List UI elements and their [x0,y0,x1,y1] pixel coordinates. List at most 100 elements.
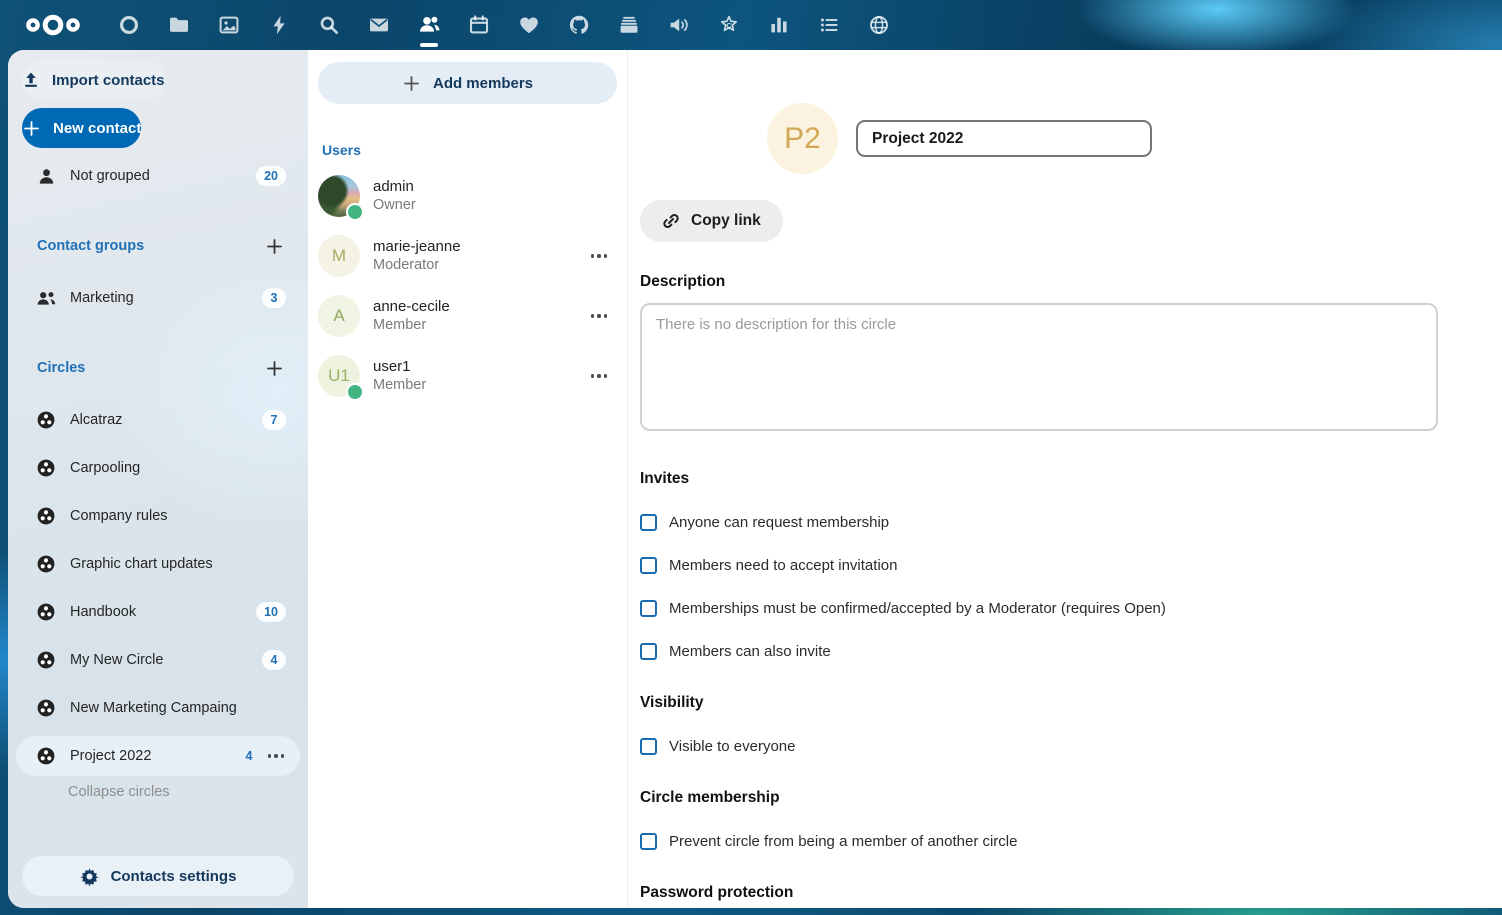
plus-icon [22,119,41,138]
circles-star-icon[interactable]: C [704,0,754,50]
sidebar-item-label: Project 2022 [70,748,234,764]
circle-description-textarea[interactable] [640,303,1438,431]
calendar-icon[interactable] [454,0,504,50]
import-contacts-button[interactable]: Import contacts [22,60,165,100]
setting-row-visible-to-everyone: Visible to everyone [640,738,1440,755]
person-icon [35,167,57,186]
gear-icon [80,867,99,886]
sidebar-item-alcatraz[interactable]: Alcatraz7 [16,400,300,440]
checkbox[interactable] [640,738,657,755]
circles-icon [35,746,57,766]
count-badge: 4 [234,746,258,766]
topbar-apps: C [14,0,904,50]
section-header-circles: Circles [16,348,300,388]
sidebar-item-new-marketing-campaing[interactable]: New Marketing Campaing [16,688,300,728]
copy-link-label: Copy link [691,212,761,230]
member-menu-button[interactable] [581,314,609,318]
checkbox-label: Visible to everyone [669,738,795,755]
member-role: Member [373,376,581,394]
sidebar-item-carpooling[interactable]: Carpooling [16,448,300,488]
count-badge: 10 [256,602,286,622]
contacts-settings-label: Contacts settings [111,868,237,885]
copy-link-button[interactable]: Copy link [640,200,783,242]
checkbox-label: Members can also invite [669,643,831,660]
stack-icon[interactable] [604,0,654,50]
announcements-icon[interactable] [654,0,704,50]
member-role: Member [373,316,581,334]
contacts-settings-button[interactable]: Contacts settings [22,856,294,896]
activity-icon[interactable] [254,0,304,50]
count-badge: 3 [262,288,286,308]
member-role: Moderator [373,256,581,274]
files-icon[interactable] [154,0,204,50]
circle-header: P2 [640,103,1440,174]
not-grouped-count-badge: 20 [256,166,286,186]
add-contact-groups-button[interactable] [265,237,284,256]
section-title: Contact groups [37,238,265,254]
analytics-icon[interactable] [754,0,804,50]
circles-icon [35,602,57,622]
circle-title-input[interactable] [856,120,1152,157]
section-heading-password-protection: Password protection [640,884,1440,902]
member-role: Owner [373,196,609,214]
description-heading: Description [640,273,1440,291]
add-circles-button[interactable] [265,359,284,378]
member-row-anne-cecile[interactable]: Aanne-cecileMember [308,288,627,344]
section-heading-visibility: Visibility [640,694,1440,712]
sidebar-item-company-rules[interactable]: Company rules [16,496,300,536]
maps-icon[interactable] [854,0,904,50]
avatar: A [318,295,360,337]
checkbox[interactable] [640,643,657,660]
sidebar-item-my-new-circle[interactable]: My New Circle4 [16,640,300,680]
add-members-button[interactable]: Add members [318,62,617,104]
photos-icon[interactable] [204,0,254,50]
tasks-icon[interactable] [804,0,854,50]
circle-menu-button[interactable] [258,754,286,758]
heart-icon[interactable] [504,0,554,50]
member-row-admin[interactable]: adminOwner [308,168,627,224]
sidebar-item-marketing[interactable]: Marketing3 [16,278,300,318]
new-contact-label: New contact [53,120,141,137]
not-grouped-label: Not grouped [70,168,256,184]
checkbox[interactable] [640,833,657,850]
circle-avatar: P2 [767,103,838,174]
sidebar-item-graphic-chart-updates[interactable]: Graphic chart updates [16,544,300,584]
setting-row-prevent-circle-from-being-a-member-of-another-circle: Prevent circle from being a member of an… [640,833,1440,850]
app-content: Import contacts New contact Not grouped … [8,50,1502,908]
circles-icon [35,650,57,670]
import-contacts-label: Import contacts [52,72,165,89]
nextcloud-header: C [0,0,1502,50]
new-contact-button[interactable]: New contact [22,108,141,148]
checkbox[interactable] [640,514,657,531]
svg-text:C: C [726,21,731,30]
sidebar-item-label: Carpooling [70,460,286,476]
sidebar-item-handbook[interactable]: Handbook10 [16,592,300,632]
nextcloud-logo-icon[interactable] [14,0,92,50]
sidebar-item-not-grouped[interactable]: Not grouped 20 [16,156,300,196]
member-text: marie-jeanneModerator [373,238,581,275]
checkbox-label: Prevent circle from being a member of an… [669,833,1017,850]
collapse-circles-toggle[interactable]: Collapse circles [68,784,308,800]
sidebar-item-label: Alcatraz [70,412,262,428]
circle-details: P2 Copy link Description InvitesAnyone c… [628,50,1502,908]
mail-icon[interactable] [354,0,404,50]
sidebar-item-label: Company rules [70,508,286,524]
section-heading-circle-membership: Circle membership [640,789,1440,807]
search-icon[interactable] [304,0,354,50]
sidebar-footer: Contacts settings [8,856,308,908]
circle-icon[interactable] [104,0,154,50]
member-row-user1[interactable]: U1user1Member [308,348,627,404]
member-menu-button[interactable] [581,374,609,378]
checkbox-label: Members need to accept invitation [669,557,897,574]
github-icon[interactable] [554,0,604,50]
member-row-marie-jeanne[interactable]: Mmarie-jeanneModerator [308,228,627,284]
users-group-header: Users [322,142,627,158]
link-icon [662,212,680,230]
member-text: user1Member [373,358,581,395]
sidebar-item-project-2022[interactable]: Project 20224 [16,736,300,776]
checkbox[interactable] [640,600,657,617]
circles-icon [35,458,57,478]
member-menu-button[interactable] [581,254,609,258]
contacts-icon[interactable] [404,0,454,50]
checkbox[interactable] [640,557,657,574]
